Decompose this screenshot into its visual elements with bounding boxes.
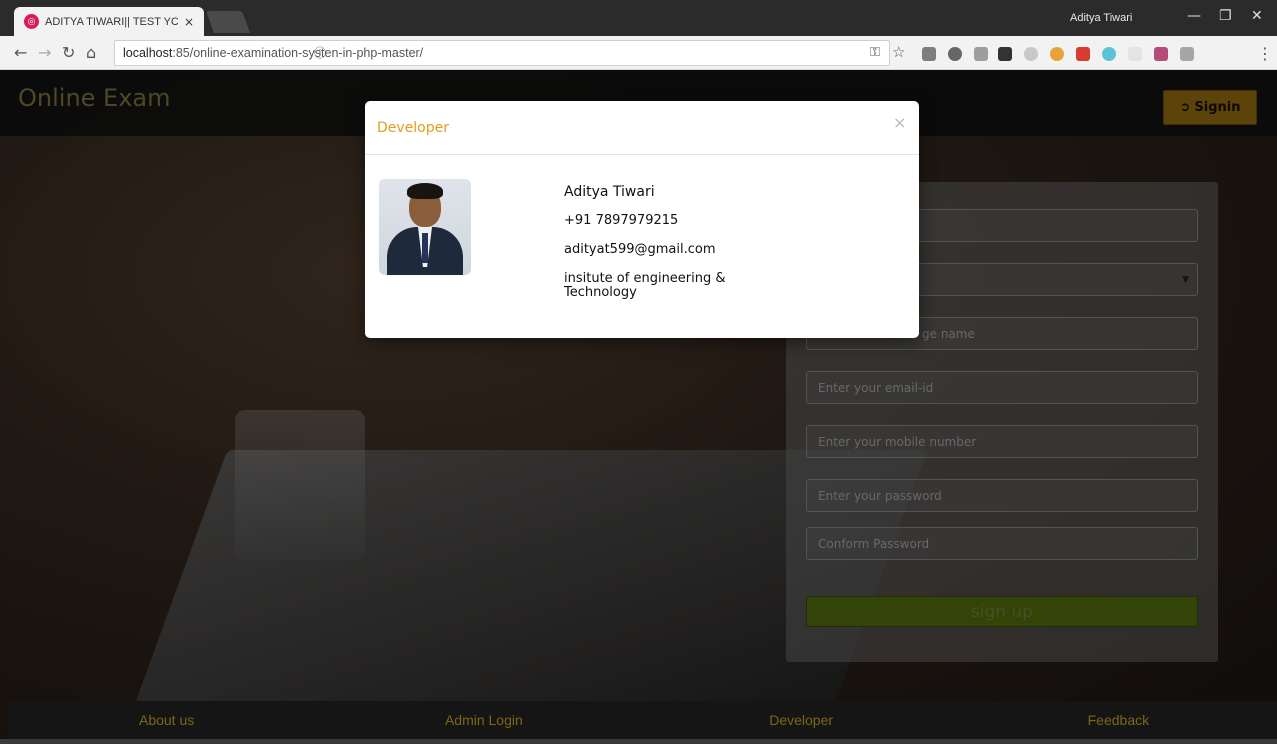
footer-link-about[interactable]: About us [8, 712, 325, 728]
tab-title: ADITYA TIWARI|| TEST YC [45, 15, 178, 28]
home-icon[interactable]: ⌂ [86, 43, 96, 62]
developer-phone: +91 7897979215 [564, 213, 679, 228]
extension-mail-icon[interactable] [1128, 47, 1142, 61]
developer-modal: Developer × Aditya Tiwari +91 7897979215… [365, 101, 919, 338]
browser-toolbar: ← → ↻ ⌂ ⓘ localhost:85/online-examinatio… [0, 36, 1277, 70]
extension-react-icon[interactable] [1102, 47, 1116, 61]
back-arrow-icon[interactable]: ← [14, 43, 27, 62]
url-path: :85/online-examination-systen-in-php-mas… [172, 46, 424, 60]
developer-photo [379, 179, 471, 275]
extension-ip-icon[interactable] [1024, 47, 1038, 61]
extension-globe-icon[interactable] [948, 47, 962, 61]
footer-strip [0, 739, 1277, 744]
info-icon[interactable]: ⓘ [314, 46, 326, 60]
developer-institute-line2: Technology [564, 285, 637, 300]
extension-gmail-icon[interactable] [922, 47, 936, 61]
new-tab-button[interactable] [205, 11, 251, 33]
footer-link-feedback[interactable]: Feedback [960, 712, 1277, 728]
favicon-icon: ◎ [24, 14, 39, 29]
footer-link-developer[interactable]: Developer [643, 712, 960, 728]
developer-email: adityat599@gmail.com [564, 242, 716, 257]
extension-bug-icon[interactable] [1180, 47, 1194, 61]
extension-badge-icon[interactable] [1076, 47, 1090, 61]
extension-dark-icon[interactable] [998, 47, 1012, 61]
developer-name: Aditya Tiwari [564, 184, 655, 200]
photo-hair-shape [407, 183, 443, 199]
modal-title: Developer [377, 120, 450, 136]
address-bar[interactable]: ⓘ localhost:85/online-examination-systen… [114, 40, 890, 66]
close-window-icon[interactable]: ✕ [1251, 8, 1263, 24]
modal-header: Developer × [365, 101, 919, 155]
key-icon[interactable]: ⚿ [870, 45, 880, 60]
developer-institute-line1: insitute of engineering & [564, 271, 726, 286]
extension-page-icon[interactable] [974, 47, 988, 61]
site-footer: About us Admin Login Developer Feedback [8, 701, 1277, 739]
modal-close-icon[interactable]: × [893, 113, 906, 132]
minimize-icon[interactable]: — [1187, 8, 1201, 24]
browser-tab[interactable]: ◎ ADITYA TIWARI|| TEST YC × [14, 7, 204, 36]
profile-name[interactable]: Aditya Tiwari [1070, 12, 1132, 24]
browser-titlebar: ◎ ADITYA TIWARI|| TEST YC × Aditya Tiwar… [0, 0, 1277, 36]
url-host: localhost [123, 46, 173, 60]
bookmark-star-icon[interactable]: ☆ [892, 43, 905, 61]
tab-close-icon[interactable]: × [184, 15, 194, 29]
footer-link-admin-login[interactable]: Admin Login [325, 712, 642, 728]
reload-icon[interactable]: ↻ [62, 43, 75, 62]
extension-pink-icon[interactable] [1154, 47, 1168, 61]
restore-icon[interactable]: ❐ [1219, 8, 1232, 24]
photo-tie-shape [422, 233, 428, 263]
forward-arrow-icon[interactable]: → [38, 43, 51, 62]
browser-menu-icon[interactable]: ⋮ [1257, 44, 1273, 63]
extension-cookie-icon[interactable] [1050, 47, 1064, 61]
